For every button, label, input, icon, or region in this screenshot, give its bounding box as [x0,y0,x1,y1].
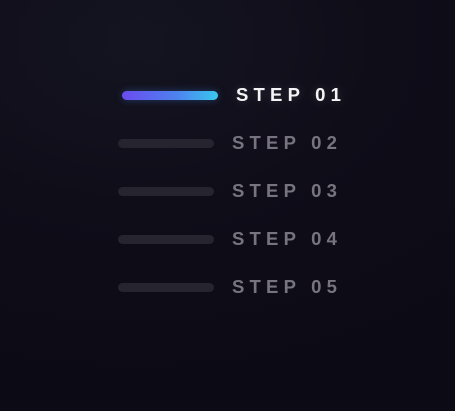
step-label: STEP 03 [232,180,343,201]
progress-bar [118,186,214,196]
step-label: STEP 02 [232,132,343,153]
step-item-05[interactable]: STEP 05 [118,275,342,299]
progress-bar [118,282,214,292]
step-label: STEP 01 [236,84,347,105]
progress-bar [122,90,218,100]
step-label: STEP 05 [232,276,343,297]
step-item-03[interactable]: STEP 03 [118,179,342,203]
step-item-02[interactable]: STEP 02 [118,131,342,155]
step-label: STEP 04 [232,228,343,249]
progress-bar [118,138,214,148]
step-item-01[interactable]: STEP 01 [122,83,346,107]
progress-bar [118,234,214,244]
step-item-04[interactable]: STEP 04 [118,227,342,251]
step-list: STEP 01 STEP 02 STEP 03 STEP 04 STEP 05 [0,0,455,411]
